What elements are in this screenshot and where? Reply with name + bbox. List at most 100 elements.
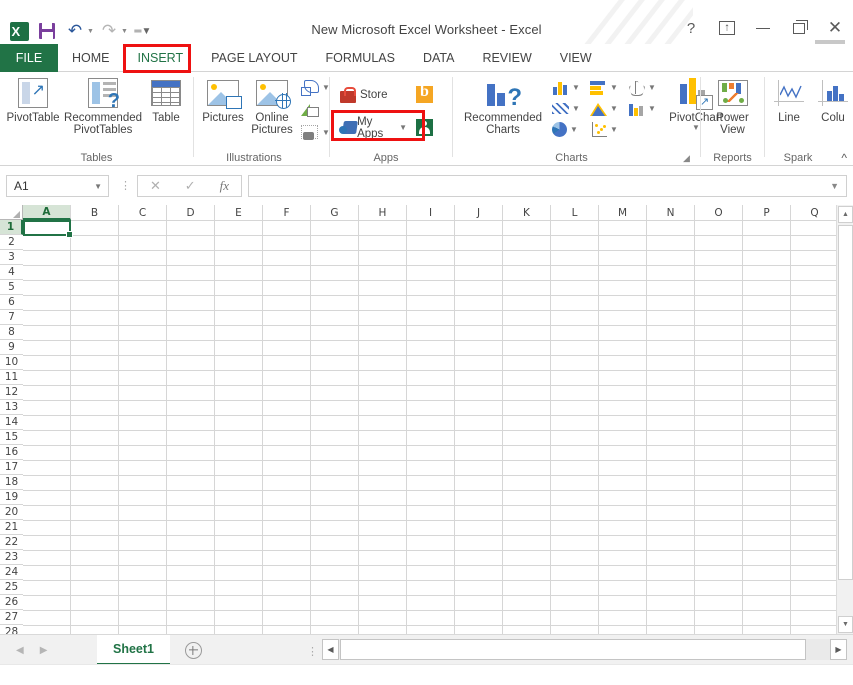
vertical-scrollbar[interactable]: ▲ ▼ bbox=[836, 205, 853, 634]
row-header-21[interactable]: 21 bbox=[0, 520, 23, 535]
help-icon[interactable]: ? bbox=[681, 18, 701, 38]
pictures-button[interactable]: Pictures bbox=[198, 74, 248, 124]
tab-file[interactable]: FILE bbox=[0, 44, 58, 72]
row-header-14[interactable]: 14 bbox=[0, 415, 23, 430]
column-header-j[interactable]: J bbox=[455, 205, 503, 220]
row-header-2[interactable]: 2 bbox=[0, 235, 23, 250]
screenshot-button[interactable]: ▼ bbox=[298, 123, 333, 142]
column-header-q[interactable]: Q bbox=[791, 205, 839, 220]
row-header-25[interactable]: 25 bbox=[0, 580, 23, 595]
row-header-18[interactable]: 18 bbox=[0, 475, 23, 490]
vertical-scroll-thumb[interactable] bbox=[838, 225, 853, 580]
tab-view[interactable]: VIEW bbox=[546, 44, 606, 72]
row-header-5[interactable]: 5 bbox=[0, 280, 23, 295]
pie-chart-button[interactable]: ▼ bbox=[549, 120, 587, 139]
row-header-26[interactable]: 26 bbox=[0, 595, 23, 610]
select-all-button[interactable] bbox=[0, 205, 23, 220]
row-header-23[interactable]: 23 bbox=[0, 550, 23, 565]
row-header-1[interactable]: 1 bbox=[0, 220, 23, 235]
tab-page-layout[interactable]: PAGE LAYOUT bbox=[197, 44, 311, 72]
tab-data[interactable]: DATA bbox=[409, 44, 468, 72]
charts-dialog-launcher[interactable]: ◢ bbox=[683, 153, 694, 164]
tab-review[interactable]: REVIEW bbox=[468, 44, 545, 72]
tab-home[interactable]: HOME bbox=[58, 44, 124, 72]
row-header-16[interactable]: 16 bbox=[0, 445, 23, 460]
tab-insert[interactable]: INSERT bbox=[124, 44, 198, 72]
store-button[interactable]: Store bbox=[336, 85, 410, 105]
column-header-a[interactable]: A bbox=[23, 205, 71, 220]
people-graph-icon[interactable] bbox=[416, 119, 433, 136]
row-header-20[interactable]: 20 bbox=[0, 505, 23, 520]
sparkline-column-button[interactable]: Colu bbox=[811, 74, 853, 124]
restore-icon[interactable] bbox=[789, 18, 809, 38]
row-header-19[interactable]: 19 bbox=[0, 490, 23, 505]
my-apps-button[interactable]: My Apps ▼ bbox=[336, 114, 410, 142]
minimize-icon[interactable] bbox=[753, 18, 773, 38]
combo-chart-button[interactable]: ▼ bbox=[625, 99, 663, 118]
row-header-17[interactable]: 17 bbox=[0, 460, 23, 475]
column-header-k[interactable]: K bbox=[503, 205, 551, 220]
column-header-m[interactable]: M bbox=[599, 205, 647, 220]
previous-sheet-icon[interactable]: ◀ bbox=[16, 645, 24, 656]
scroll-down-button[interactable]: ▼ bbox=[838, 616, 853, 633]
power-view-button[interactable]: Power View bbox=[704, 74, 762, 136]
cell-area[interactable] bbox=[23, 220, 836, 634]
recommended-pivottables-button[interactable]: ? Recommended PivotTables bbox=[62, 74, 144, 136]
scroll-up-button[interactable]: ▲ bbox=[838, 206, 853, 223]
horizontal-scrollbar[interactable]: ◀ ▶ bbox=[322, 639, 847, 661]
row-header-13[interactable]: 13 bbox=[0, 400, 23, 415]
table-button[interactable]: Table bbox=[144, 74, 188, 124]
row-header-11[interactable]: 11 bbox=[0, 370, 23, 385]
radar-chart-button[interactable]: ▼ bbox=[625, 78, 663, 97]
column-header-e[interactable]: E bbox=[215, 205, 263, 220]
scroll-left-button[interactable]: ◀ bbox=[322, 639, 339, 660]
row-header-6[interactable]: 6 bbox=[0, 295, 23, 310]
tab-formulas[interactable]: FORMULAS bbox=[312, 44, 409, 72]
enter-formula-icon[interactable]: ✓ bbox=[185, 179, 196, 194]
name-box[interactable]: A1 ▼ bbox=[6, 175, 109, 197]
row-header-8[interactable]: 8 bbox=[0, 325, 23, 340]
formula-input[interactable]: ▼ bbox=[248, 175, 847, 197]
bing-maps-icon[interactable] bbox=[416, 83, 433, 103]
ribbon-display-options-icon[interactable] bbox=[717, 18, 737, 38]
column-header-h[interactable]: H bbox=[359, 205, 407, 220]
recommended-charts-button[interactable]: ? Recommended Charts bbox=[457, 74, 549, 136]
next-sheet-icon[interactable]: ▶ bbox=[40, 645, 48, 656]
column-header-p[interactable]: P bbox=[743, 205, 791, 220]
bar-chart-button[interactable]: ▼ bbox=[587, 78, 625, 97]
column-header-c[interactable]: C bbox=[119, 205, 167, 220]
expand-formula-bar-icon[interactable]: ▼ bbox=[830, 181, 839, 191]
column-header-d[interactable]: D bbox=[167, 205, 215, 220]
sparkline-line-button[interactable]: Line bbox=[767, 74, 811, 124]
chevron-down-icon[interactable]: ▼ bbox=[94, 182, 108, 191]
collapse-ribbon-icon[interactable]: ^ bbox=[841, 151, 847, 165]
insert-function-icon[interactable]: fx bbox=[220, 178, 229, 194]
scroll-right-button[interactable]: ▶ bbox=[830, 639, 847, 660]
shapes-button[interactable]: ▼ bbox=[298, 78, 333, 98]
add-sheet-button[interactable] bbox=[170, 635, 216, 665]
pivottable-button[interactable]: PivotTable bbox=[4, 74, 62, 124]
column-header-n[interactable]: N bbox=[647, 205, 695, 220]
area-chart-button[interactable]: ▼ bbox=[587, 99, 625, 118]
row-header-3[interactable]: 3 bbox=[0, 250, 23, 265]
sheet-tab-sheet1[interactable]: Sheet1 bbox=[97, 635, 170, 665]
horizontal-scroll-thumb[interactable] bbox=[340, 639, 806, 660]
row-header-27[interactable]: 27 bbox=[0, 610, 23, 625]
cancel-formula-icon[interactable]: ✕ bbox=[150, 179, 161, 194]
row-header-12[interactable]: 12 bbox=[0, 385, 23, 400]
row-header-9[interactable]: 9 bbox=[0, 340, 23, 355]
column-header-f[interactable]: F bbox=[263, 205, 311, 220]
column-header-i[interactable]: I bbox=[407, 205, 455, 220]
close-icon[interactable]: ✕ bbox=[825, 18, 845, 38]
column-header-o[interactable]: O bbox=[695, 205, 743, 220]
row-header-10[interactable]: 10 bbox=[0, 355, 23, 370]
column-header-b[interactable]: B bbox=[71, 205, 119, 220]
smartart-button[interactable] bbox=[298, 101, 333, 120]
row-header-7[interactable]: 7 bbox=[0, 310, 23, 325]
row-header-24[interactable]: 24 bbox=[0, 565, 23, 580]
row-header-15[interactable]: 15 bbox=[0, 430, 23, 445]
selected-cell-a1[interactable] bbox=[23, 220, 73, 238]
online-pictures-button[interactable]: Online Pictures bbox=[248, 74, 296, 136]
row-header-22[interactable]: 22 bbox=[0, 535, 23, 550]
row-header-4[interactable]: 4 bbox=[0, 265, 23, 280]
